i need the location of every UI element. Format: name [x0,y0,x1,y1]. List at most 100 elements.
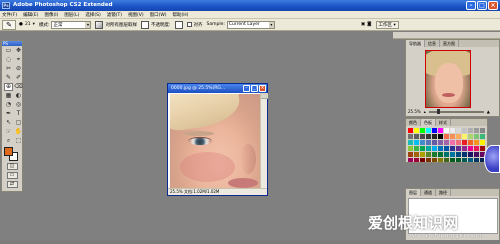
quick-mask-icon[interactable]: ◫ [6,163,18,170]
color-swatch[interactable] [408,152,413,157]
color-swatch[interactable] [468,140,473,145]
color-swatch[interactable] [444,146,449,151]
color-swatch[interactable] [474,140,479,145]
menu-window[interactable]: 窗口(W) [150,12,167,18]
clone-stamp-tool[interactable]: ⊕ [4,83,13,91]
source-pattern-icon[interactable] [140,20,149,29]
color-swatch[interactable] [444,152,449,157]
gradient-tool[interactable]: ◐ [14,92,23,100]
lasso-tool[interactable]: ◌ [4,56,13,64]
move-tool[interactable]: ✥ [14,47,23,55]
shape-tool[interactable]: ▢ [14,119,23,127]
tab-swatches[interactable]: 色板 [421,119,436,126]
color-swatch[interactable] [432,152,437,157]
color-swatch[interactable] [438,146,443,151]
color-swatch[interactable] [468,128,473,133]
color-swatch[interactable] [462,152,467,157]
imageready-icon[interactable]: ⇄ [6,181,18,188]
color-swatch[interactable] [450,134,455,139]
screen-mode-icon[interactable]: ▭ [6,172,18,179]
color-swatch[interactable] [420,140,425,145]
healing-brush-tool[interactable]: ✎ [4,74,13,82]
minimize-button[interactable]: – [466,1,476,10]
color-swatch[interactable] [480,134,485,139]
color-swatch[interactable] [432,134,437,139]
foreground-color-swatch[interactable] [4,147,13,156]
close-button[interactable]: × [488,1,498,10]
color-swatch[interactable] [408,158,413,162]
history-brush-tool[interactable]: ⌫ [14,83,23,91]
color-swatch[interactable] [462,146,467,151]
slice-tool[interactable]: ⊘ [14,65,23,73]
color-swatch[interactable] [444,158,449,162]
color-swatch[interactable] [438,140,443,145]
color-swatch[interactable] [474,134,479,139]
aligned-checkbox[interactable] [186,22,192,27]
color-swatch[interactable] [456,158,461,162]
tab-paths[interactable]: 路径 [436,189,451,196]
tool-preset-picker[interactable]: ✎ [2,19,16,30]
color-swatch[interactable] [474,152,479,157]
color-swatch[interactable] [420,128,425,133]
menu-image[interactable]: 图像(I) [44,12,58,18]
tab-color[interactable]: 颜色 [406,119,421,126]
color-swatch[interactable] [426,158,431,162]
color-swatch[interactable] [408,134,413,139]
color-swatch[interactable] [462,158,467,162]
scroll-up-arrow-icon[interactable] [261,93,268,99]
camera-icon[interactable]: ◙ [367,22,371,27]
document-minimize-button[interactable]: – [243,85,250,92]
hand-tool[interactable]: ✋ [14,128,23,136]
zoom-slider[interactable] [428,108,484,114]
color-swatch[interactable] [414,146,419,151]
document-maximize-button[interactable]: □ [251,85,258,92]
crop-tool[interactable]: ✂ [4,65,13,73]
blur-tool[interactable]: ◔ [4,101,13,109]
color-swatch[interactable] [468,146,473,151]
document-window[interactable]: 0000.jpg @ 25.5%(RG... – □ × 25.5% 文档:1.… [167,83,268,196]
tab-layers[interactable]: 图层 [406,189,421,196]
eraser-tool[interactable]: ▦ [4,92,13,100]
color-swatch[interactable] [420,146,425,151]
menu-edit[interactable]: 编辑(E) [23,12,38,18]
color-swatch[interactable] [456,140,461,145]
color-swatch[interactable] [408,140,413,145]
color-swatch[interactable] [438,152,443,157]
marquee-tool[interactable]: ▭ [4,47,13,55]
color-swatch[interactable] [426,128,431,133]
magic-wand-tool[interactable]: ⌖ [14,56,23,64]
color-swatch[interactable] [456,128,461,133]
color-swatch[interactable] [408,128,413,133]
color-swatch[interactable] [450,152,455,157]
color-swatch[interactable] [420,158,425,162]
color-swatch[interactable] [438,128,443,133]
color-swatch[interactable] [444,128,449,133]
color-swatch[interactable] [480,146,485,151]
workspace-button[interactable]: 工作区 ▾ [375,20,399,29]
navigator-zoom-value[interactable]: 25.5% [408,109,421,114]
color-swatch[interactable] [444,140,449,145]
type-tool[interactable]: T [14,110,23,118]
color-swatch[interactable] [432,146,437,151]
color-swatch[interactable] [414,128,419,133]
menu-select[interactable]: 选择(S) [85,12,100,18]
zoom-tool[interactable]: ⌕ [4,137,13,145]
color-swatch[interactable] [414,134,419,139]
color-swatch[interactable] [450,140,455,145]
menu-view[interactable]: 视图(V) [128,12,144,18]
dodge-tool[interactable]: ◎ [14,101,23,109]
maximize-button[interactable]: □ [477,1,487,10]
navigator-thumbnail[interactable] [425,50,471,108]
color-swatch[interactable] [462,140,467,145]
color-swatch[interactable] [432,158,437,162]
menu-file[interactable]: 文件(F) [2,12,17,18]
sample-select[interactable]: Current Layer ▾ [226,20,275,29]
color-swatch[interactable] [468,158,473,162]
color-swatch[interactable] [414,152,419,157]
color-swatch[interactable] [414,140,419,145]
color-swatch[interactable] [450,146,455,151]
color-swatch[interactable] [408,146,413,151]
color-swatch[interactable] [444,134,449,139]
color-swatch[interactable] [420,152,425,157]
color-swatch[interactable] [438,158,443,162]
